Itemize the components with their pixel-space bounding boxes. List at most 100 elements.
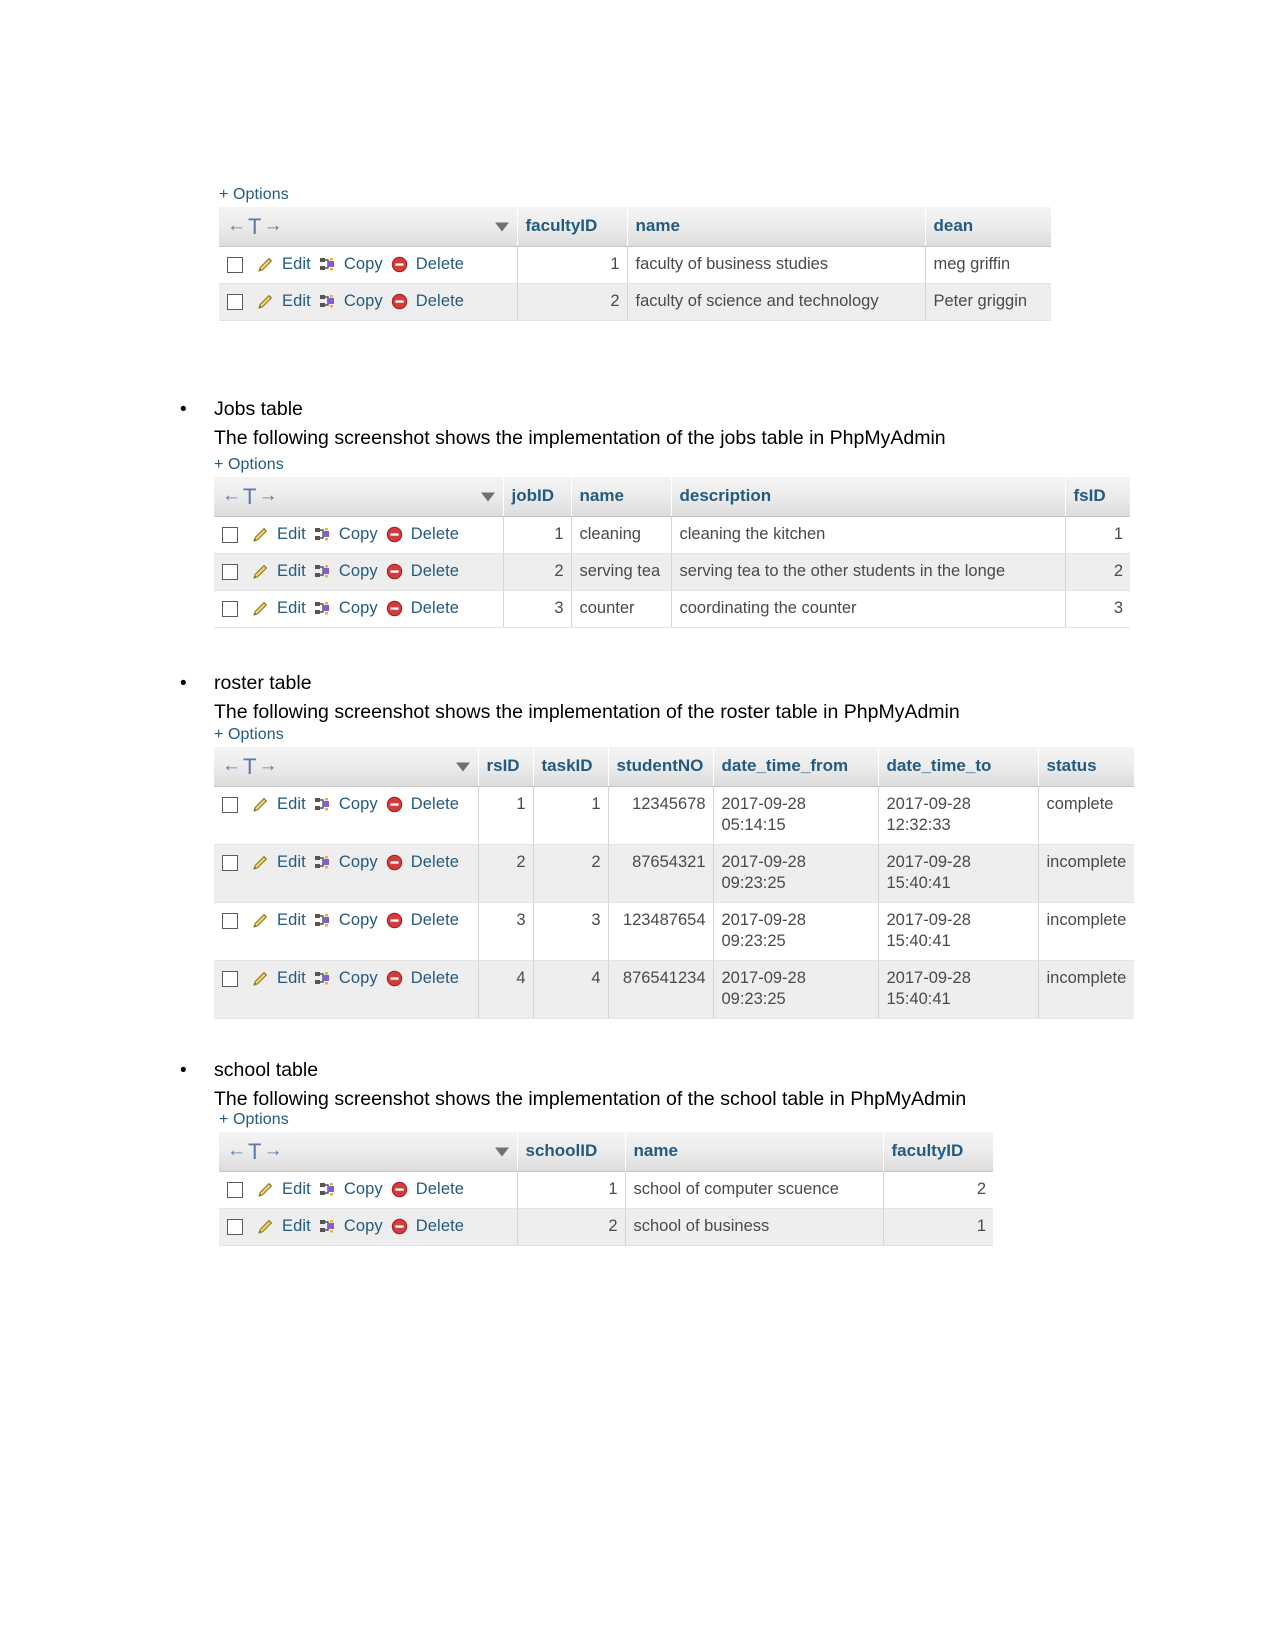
copy-icon[interactable]	[318, 1217, 337, 1236]
faculty-nav-header[interactable]: ← T →	[219, 207, 518, 247]
delete-link[interactable]: Delete	[416, 1179, 464, 1200]
pencil-icon[interactable]	[256, 255, 275, 274]
delete-link[interactable]: Delete	[411, 852, 459, 873]
copy-link[interactable]: Copy	[339, 968, 378, 989]
sort-caret-icon[interactable]	[494, 222, 509, 231]
pencil-icon[interactable]	[256, 292, 275, 311]
row-checkbox[interactable]	[222, 600, 238, 617]
edit-link[interactable]: Edit	[277, 852, 306, 873]
copy-link[interactable]: Copy	[339, 561, 378, 582]
row-checkbox[interactable]	[227, 1218, 243, 1235]
row-checkbox[interactable]	[227, 293, 243, 310]
roster-col-rsid[interactable]: rsID	[478, 747, 534, 787]
copy-icon[interactable]	[313, 911, 332, 930]
pencil-icon[interactable]	[251, 853, 270, 872]
delete-link[interactable]: Delete	[411, 561, 459, 582]
delete-link[interactable]: Delete	[411, 598, 459, 619]
options-toggle-school[interactable]: + Options	[219, 1111, 993, 1132]
copy-icon[interactable]	[313, 562, 332, 581]
nav-right-arrow-icon[interactable]: →	[263, 215, 282, 237]
delete-link[interactable]: Delete	[416, 1216, 464, 1237]
delete-link[interactable]: Delete	[411, 910, 459, 931]
pencil-icon[interactable]	[251, 795, 270, 814]
nav-left-arrow-icon[interactable]: ←	[227, 1140, 246, 1162]
school-nav-header[interactable]: ← T →	[219, 1132, 518, 1172]
edit-link[interactable]: Edit	[282, 1216, 311, 1237]
delete-circle-icon[interactable]	[390, 292, 409, 311]
copy-link[interactable]: Copy	[344, 291, 383, 312]
table-row[interactable]: Edit Copy Delete 4 4 876541234 2017-09-2…	[214, 960, 1134, 1019]
faculty-col-facultyid[interactable]: facultyID	[517, 207, 628, 247]
copy-icon[interactable]	[313, 525, 332, 544]
nav-t-icon[interactable]: T	[248, 216, 261, 238]
sort-caret-icon[interactable]	[480, 492, 495, 501]
edit-link[interactable]: Edit	[282, 1179, 311, 1200]
school-col-schoolid[interactable]: schoolID	[517, 1132, 626, 1172]
copy-icon[interactable]	[313, 795, 332, 814]
faculty-col-name[interactable]: name	[627, 207, 926, 247]
pencil-icon[interactable]	[251, 562, 270, 581]
row-checkbox[interactable]	[222, 526, 238, 543]
roster-col-taskid[interactable]: taskID	[533, 747, 609, 787]
copy-icon[interactable]	[313, 969, 332, 988]
sort-caret-icon[interactable]	[455, 762, 470, 771]
pencil-icon[interactable]	[256, 1180, 275, 1199]
copy-link[interactable]: Copy	[339, 524, 378, 545]
edit-link[interactable]: Edit	[277, 968, 306, 989]
nav-right-arrow-icon[interactable]: →	[258, 755, 277, 777]
table-row[interactable]: Edit Copy Delete 2 faculty of science an…	[219, 283, 1051, 321]
delete-link[interactable]: Delete	[411, 968, 459, 989]
nav-right-arrow-icon[interactable]: →	[263, 1140, 282, 1162]
row-checkbox[interactable]	[222, 563, 238, 580]
table-row[interactable]: Edit Copy Delete 2 2 87654321 2017-09-28…	[214, 844, 1134, 903]
table-row[interactable]: Edit Copy Delete 3 3 123487654 2017-09-2…	[214, 902, 1134, 961]
nav-left-arrow-icon[interactable]: ←	[222, 755, 241, 777]
delete-circle-icon[interactable]	[385, 562, 404, 581]
roster-col-date-time-from[interactable]: date_time_from	[713, 747, 879, 787]
school-col-facultyid[interactable]: facultyID	[883, 1132, 993, 1172]
roster-col-date-time-to[interactable]: date_time_to	[878, 747, 1039, 787]
delete-circle-icon[interactable]	[385, 795, 404, 814]
options-toggle-jobs[interactable]: + Options	[214, 456, 1130, 477]
jobs-nav-header[interactable]: ← T →	[214, 477, 504, 517]
copy-icon[interactable]	[318, 1180, 337, 1199]
copy-link[interactable]: Copy	[339, 598, 378, 619]
pencil-icon[interactable]	[251, 911, 270, 930]
table-row[interactable]: Edit Copy Delete 1 1 12345678 2017-09-28…	[214, 786, 1134, 845]
sort-caret-icon[interactable]	[494, 1147, 509, 1156]
delete-circle-icon[interactable]	[385, 969, 404, 988]
copy-icon[interactable]	[313, 599, 332, 618]
copy-link[interactable]: Copy	[344, 1179, 383, 1200]
delete-link[interactable]: Delete	[416, 254, 464, 275]
copy-link[interactable]: Copy	[339, 910, 378, 931]
table-row[interactable]: Edit Copy Delete 2 serving tea serving t…	[214, 553, 1130, 591]
options-toggle-faculty[interactable]: + Options	[219, 186, 1051, 207]
delete-circle-icon[interactable]	[385, 525, 404, 544]
delete-circle-icon[interactable]	[385, 599, 404, 618]
jobs-col-description[interactable]: description	[671, 477, 1066, 517]
row-checkbox[interactable]	[222, 912, 238, 929]
row-checkbox[interactable]	[227, 256, 243, 273]
pencil-icon[interactable]	[256, 1217, 275, 1236]
roster-col-status[interactable]: status	[1038, 747, 1134, 787]
school-col-name[interactable]: name	[625, 1132, 884, 1172]
jobs-col-jobid[interactable]: jobID	[503, 477, 572, 517]
nav-right-arrow-icon[interactable]: →	[258, 485, 277, 507]
roster-nav-header[interactable]: ← T →	[214, 747, 479, 787]
pencil-icon[interactable]	[251, 599, 270, 618]
pencil-icon[interactable]	[251, 525, 270, 544]
copy-icon[interactable]	[318, 255, 337, 274]
table-row[interactable]: Edit Copy Delete 1 school of computer sc…	[219, 1171, 993, 1209]
edit-link[interactable]: Edit	[282, 291, 311, 312]
edit-link[interactable]: Edit	[277, 524, 306, 545]
pencil-icon[interactable]	[251, 969, 270, 988]
copy-link[interactable]: Copy	[344, 254, 383, 275]
delete-circle-icon[interactable]	[385, 853, 404, 872]
copy-link[interactable]: Copy	[339, 852, 378, 873]
roster-col-studentno[interactable]: studentNO	[608, 747, 714, 787]
row-checkbox[interactable]	[222, 970, 238, 987]
jobs-col-fsid[interactable]: fsID	[1065, 477, 1130, 517]
nav-left-arrow-icon[interactable]: ←	[222, 485, 241, 507]
edit-link[interactable]: Edit	[277, 910, 306, 931]
edit-link[interactable]: Edit	[277, 598, 306, 619]
